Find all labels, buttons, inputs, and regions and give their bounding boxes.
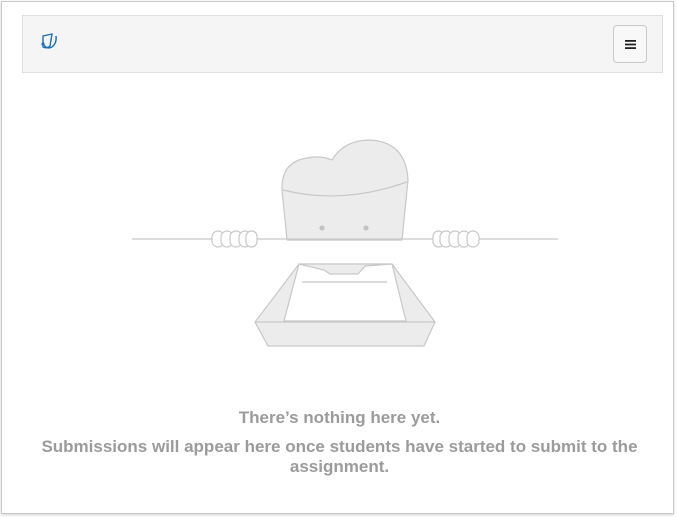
app-window: There’s nothing here yet. Submissions wi…: [1, 1, 674, 514]
empty-state-title: There’s nothing here yet.: [238, 408, 441, 427]
empty-state-message: Submissions will appear here once studen…: [41, 437, 638, 476]
empty-tray-illustration: [132, 139, 558, 347]
